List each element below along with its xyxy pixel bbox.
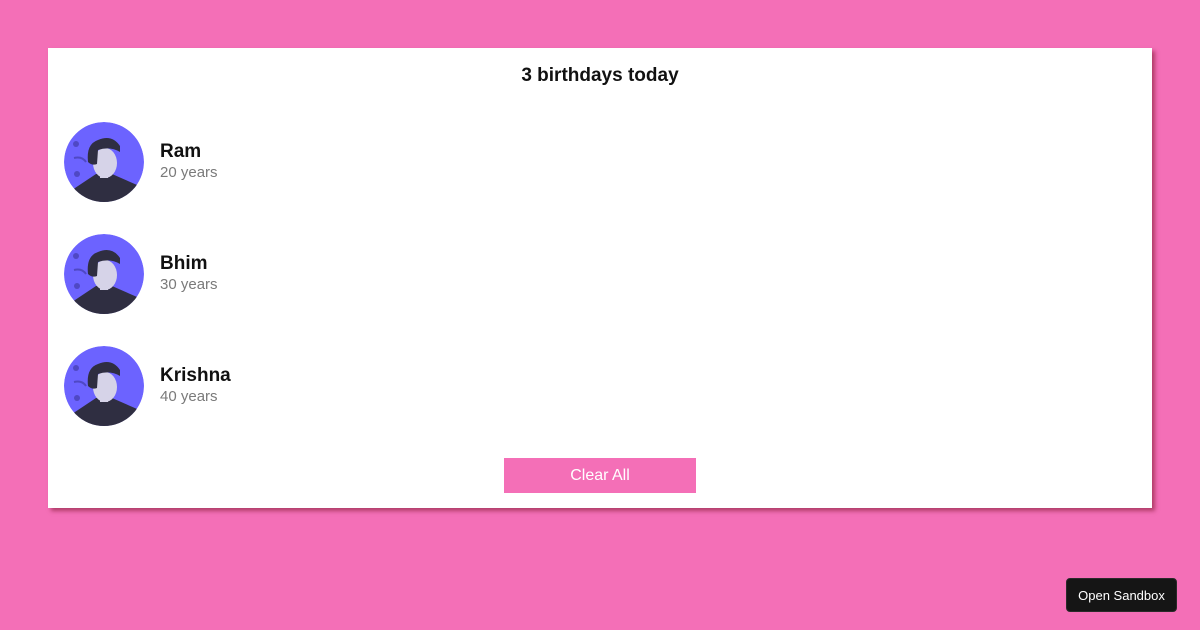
person-name: Ram [160,141,202,162]
person-info: Krishna 40 years [160,365,231,407]
person-name: Bhim [160,253,208,274]
person-age: 20 years [160,164,218,181]
person-avatar-icon [64,122,144,202]
person-info: Ram 20 years [160,141,218,183]
birthday-card: 3 birthdays today Ram 20 years Bhim 30 y… [48,48,1152,508]
person-age: 40 years [160,388,218,405]
person-info: Bhim 30 years [160,253,218,295]
person-item: Ram 20 years [64,122,218,202]
person-name: Krishna [160,365,231,386]
person-item: Bhim 30 years [64,234,218,314]
person-avatar-icon [64,234,144,314]
person-age: 30 years [160,276,218,293]
open-sandbox-button[interactable]: Open Sandbox [1066,578,1177,612]
clear-all-button[interactable]: Clear All [504,458,696,493]
person-avatar-icon [64,346,144,426]
person-item: Krishna 40 years [64,346,231,426]
card-title: 3 birthdays today [521,65,679,86]
